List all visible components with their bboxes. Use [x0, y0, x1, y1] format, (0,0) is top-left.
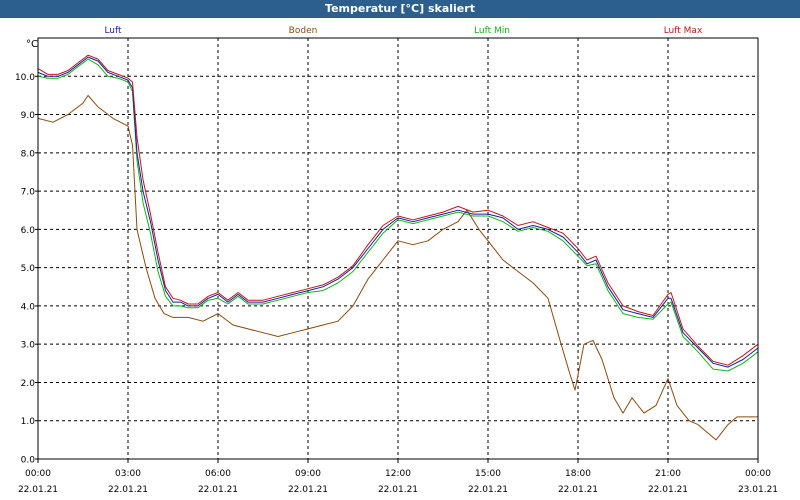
x-tick-label-date: 22.01.21 [198, 485, 238, 495]
x-tick-label-date: 22.01.21 [288, 485, 328, 495]
y-tick-label: 8.0 [21, 149, 36, 159]
y-tick-label: 9.0 [21, 111, 36, 121]
legend-item-luft-min: Luft Min [474, 26, 510, 36]
x-tick-label-date: 22.01.21 [108, 485, 148, 495]
x-tick-label-time: 21:00 [655, 469, 681, 479]
x-tick-label-date: 22.01.21 [558, 485, 598, 495]
y-tick-label: 2.0 [21, 379, 36, 389]
legend-item-luft-max: Luft Max [664, 26, 703, 36]
y-tick-label: 5.0 [21, 264, 36, 274]
x-tick-label-date: 22.01.21 [648, 485, 688, 495]
chart-window: Luft Boden Luft Min Luft Max °C 0.0 1.0 2.0 3.… [0, 0, 800, 500]
y-tick-label: 7.0 [21, 188, 36, 198]
x-tick-label-time: 15:00 [475, 469, 501, 479]
x-tick-label-time: 00:00 [25, 469, 51, 479]
y-tick-label: 3.0 [21, 341, 36, 351]
chart-title: Temperatur [°C] skaliert [0, 0, 800, 18]
chart-background [0, 18, 800, 500]
x-tick-label-time: 00:00 [745, 469, 771, 479]
x-tick-label-time: 06:00 [205, 469, 231, 479]
y-tick-label: 6.0 [21, 226, 36, 236]
x-tick-label-date: 22.01.21 [18, 485, 58, 495]
x-tick-label-time: 03:00 [115, 469, 141, 479]
temperature-chart: Luft Boden Luft Min Luft Max °C 0.0 1.0 2.0 3.… [0, 18, 800, 500]
y-tick-label: 1.0 [21, 417, 36, 427]
x-tick-label-time: 18:00 [565, 469, 591, 479]
legend-item-luft: Luft [104, 26, 122, 36]
x-tick-label-date: 22.01.21 [468, 485, 508, 495]
y-tick-label: 0.0 [21, 456, 36, 466]
x-tick-label-date: 23.01.21 [738, 485, 778, 495]
y-tick-label: 4.0 [21, 302, 36, 312]
x-tick-label-time: 12:00 [385, 469, 411, 479]
x-tick-label-time: 09:00 [295, 469, 321, 479]
y-tick-label: 10.0 [15, 73, 35, 83]
y-axis-label: °C [26, 39, 38, 50]
legend-item-boden: Boden [289, 26, 318, 36]
x-tick-label-date: 22.01.21 [378, 485, 418, 495]
